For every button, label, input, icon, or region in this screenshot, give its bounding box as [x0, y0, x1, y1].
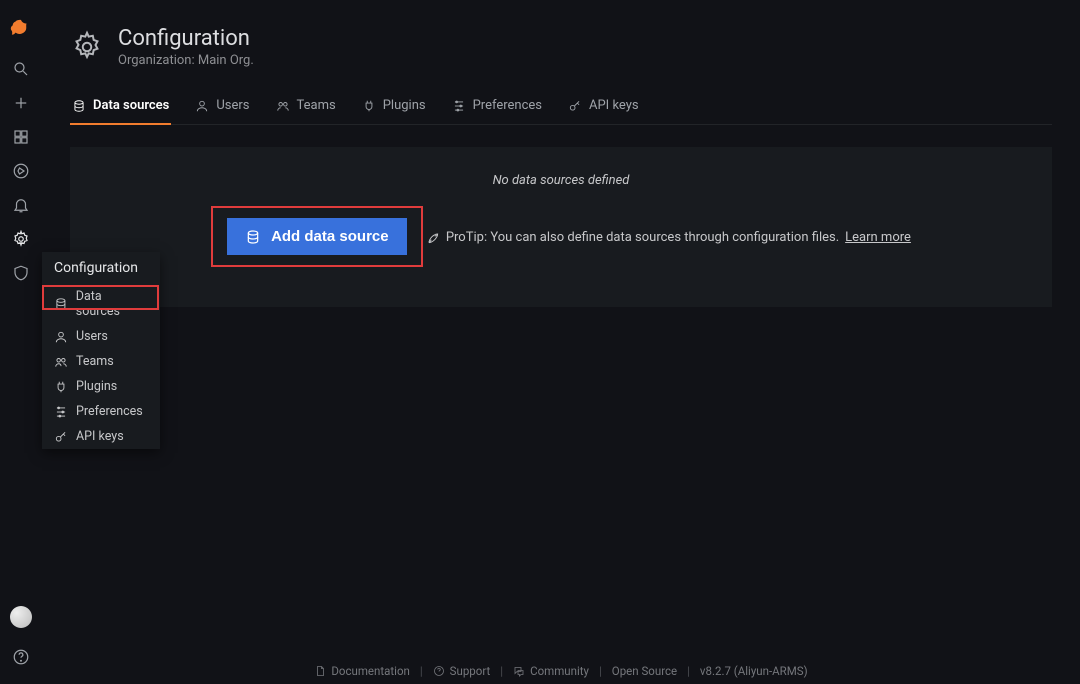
chat-icon	[513, 665, 525, 677]
protip-text: ProTip: You can also define data sources…	[426, 230, 911, 245]
left-nav-rail	[0, 0, 42, 684]
tab-label: Preferences	[473, 98, 542, 113]
configuration-flyout: Configuration Data sources Users Teams P…	[42, 252, 160, 449]
tab-api-keys[interactable]: API keys	[566, 98, 641, 125]
footer-opensource-link[interactable]: Open Source	[612, 664, 677, 678]
footer-version: v8.2.7 (Aliyun-ARMS)	[700, 664, 808, 678]
flyout-title: Configuration	[42, 252, 160, 284]
footer-support-link[interactable]: Support	[433, 664, 491, 678]
gear-icon	[70, 30, 104, 64]
footer-documentation-link[interactable]: Documentation	[314, 664, 409, 678]
tab-data-sources[interactable]: Data sources	[70, 98, 171, 125]
flyout-item-plugins[interactable]: Plugins	[42, 374, 160, 399]
footer-community-link[interactable]: Community	[513, 664, 589, 678]
help-icon[interactable]	[0, 640, 42, 674]
flyout-item-users[interactable]: Users	[42, 324, 160, 349]
plus-icon[interactable]	[0, 86, 42, 120]
tabs: Data sources Users Teams Plugins Prefere…	[70, 98, 1052, 125]
flyout-item-data-sources[interactable]: Data sources	[42, 284, 160, 324]
data-sources-panel: No data sources defined Add data source …	[70, 147, 1052, 307]
flyout-item-teams[interactable]: Teams	[42, 349, 160, 374]
flyout-item-label: API keys	[76, 429, 124, 444]
document-icon	[314, 665, 326, 677]
question-icon	[433, 665, 445, 677]
page-subtitle: Organization: Main Org.	[118, 53, 254, 68]
rocket-icon	[426, 231, 440, 245]
main-content: Configuration Organization: Main Org. Da…	[42, 0, 1080, 684]
learn-more-link[interactable]: Learn more	[845, 230, 911, 245]
alerting-icon[interactable]	[0, 188, 42, 222]
configuration-icon[interactable]	[0, 222, 42, 256]
flyout-item-api-keys[interactable]: API keys	[42, 424, 160, 449]
dashboards-icon[interactable]	[0, 120, 42, 154]
flyout-item-label: Users	[76, 329, 108, 344]
add-data-source-button[interactable]: Add data source	[227, 218, 407, 255]
tab-label: Data sources	[93, 98, 169, 113]
flyout-item-preferences[interactable]: Preferences	[42, 399, 160, 424]
flyout-item-label: Data sources	[76, 289, 148, 319]
search-icon[interactable]	[0, 52, 42, 86]
flyout-item-label: Teams	[76, 354, 114, 369]
add-button-label: Add data source	[271, 228, 389, 245]
user-avatar[interactable]	[0, 600, 42, 634]
tab-teams[interactable]: Teams	[274, 98, 338, 125]
explore-icon[interactable]	[0, 154, 42, 188]
tab-label: Teams	[297, 98, 336, 113]
flyout-item-label: Preferences	[76, 404, 143, 419]
tab-users[interactable]: Users	[193, 98, 251, 125]
page-title: Configuration	[118, 26, 254, 51]
grafana-logo-icon[interactable]	[0, 6, 42, 52]
tab-label: Plugins	[383, 98, 426, 113]
tab-plugins[interactable]: Plugins	[360, 98, 428, 125]
add-button-highlight-annotation: Add data source	[211, 206, 423, 267]
footer: Documentation | Support | Community | Op…	[42, 664, 1080, 678]
tab-label: Users	[216, 98, 249, 113]
tab-label: API keys	[589, 98, 639, 113]
flyout-item-label: Plugins	[76, 379, 117, 394]
empty-state-text: No data sources defined	[90, 173, 1032, 188]
tab-preferences[interactable]: Preferences	[450, 98, 544, 125]
server-admin-icon[interactable]	[0, 256, 42, 290]
